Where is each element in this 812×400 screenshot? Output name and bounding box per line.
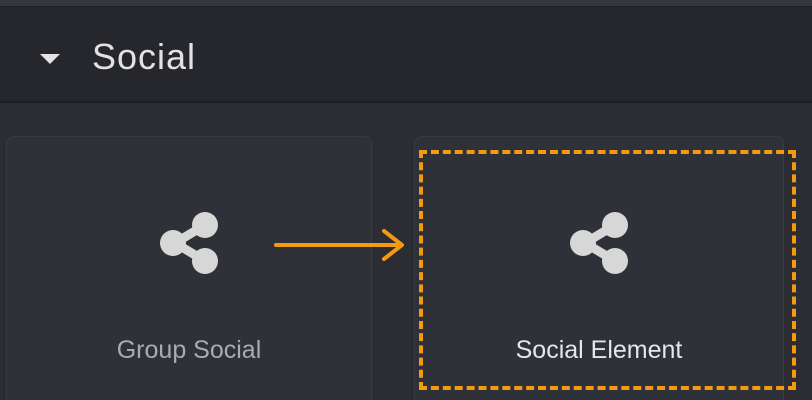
- tile-label: Group Social: [116, 336, 262, 364]
- arrow-right-icon: [274, 229, 404, 261]
- widget-tile-social-element[interactable]: Social Element: [414, 136, 784, 400]
- elements-panel: Social Group Social Social Element: [0, 0, 812, 400]
- share-icon: [160, 212, 218, 274]
- section-header-social[interactable]: Social: [0, 7, 812, 103]
- section-title: Social: [92, 36, 197, 77]
- share-icon: [570, 212, 628, 274]
- caret-down-icon[interactable]: [40, 54, 60, 64]
- panel-top-strip: [0, 0, 812, 7]
- tile-label: Social Element: [515, 336, 683, 364]
- widget-tile-group-social[interactable]: Group Social: [6, 136, 372, 400]
